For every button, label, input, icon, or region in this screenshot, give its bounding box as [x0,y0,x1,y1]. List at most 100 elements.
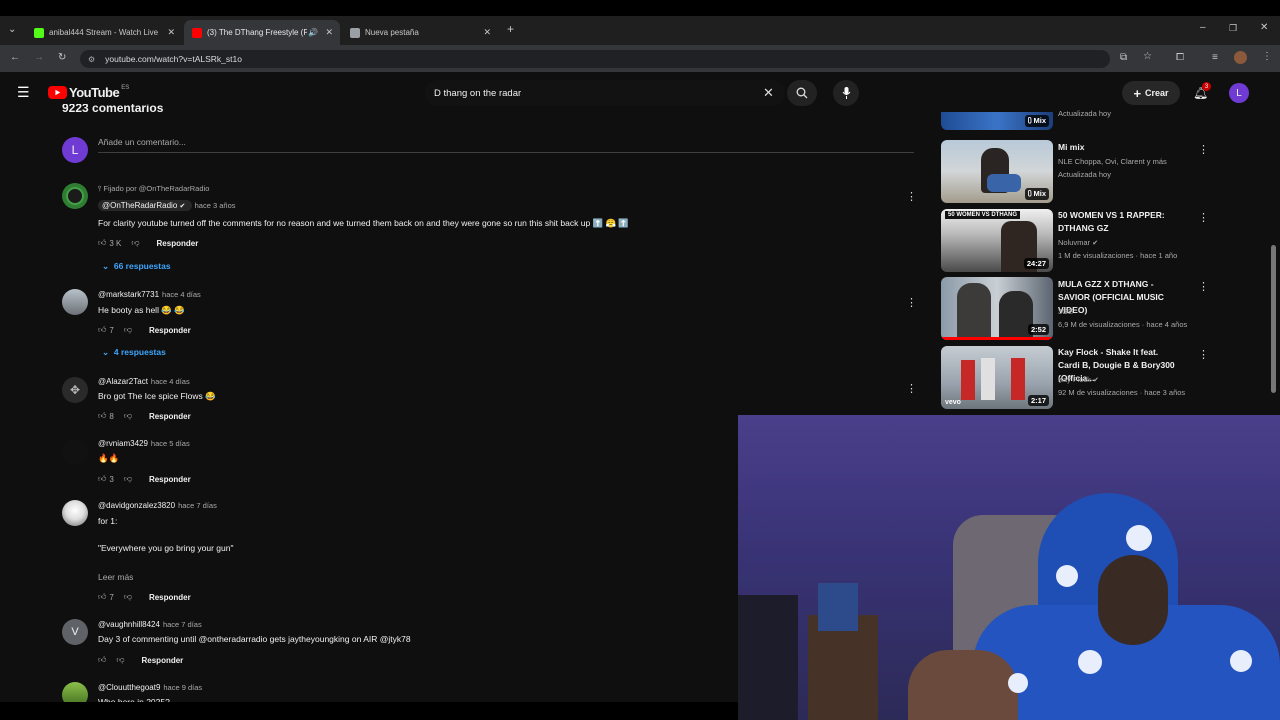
reply-button[interactable]: Responder [157,239,199,248]
read-more-link[interactable]: Leer más [98,572,133,582]
commenter-avatar[interactable]: ✥ [62,377,88,403]
kick-favicon-icon [34,27,44,38]
clear-search-icon[interactable]: ✕ [763,85,774,101]
video-thumbnail[interactable]: 2:52 [941,277,1053,340]
comment-text: For clarity youtube turned off the comme… [98,218,630,228]
youtube-favicon-icon [192,27,202,38]
video-channel: 3GE [1058,307,1074,316]
create-button[interactable]: + Crear [1122,81,1180,105]
commenter-avatar[interactable]: V [62,619,88,645]
dislike-icon[interactable]: 👎︎ [124,411,132,421]
back-icon[interactable]: ← [10,52,20,63]
tab-youtube[interactable]: (3) The DThang Freestyle (P... 🔊 ✕ [184,20,340,45]
close-tab-icon[interactable]: ✕ [483,27,491,38]
comments-count-heading: 9223 comentarios [62,104,164,113]
tab-new-tab[interactable]: Nueva pestaña ✕ [342,20,498,45]
new-tab-icon[interactable]: + [507,22,514,36]
bookmark-star-icon[interactable]: ☆ [1143,51,1152,62]
like-icon[interactable]: 👍︎ [98,474,106,484]
commenter-avatar[interactable] [62,500,88,526]
comment-author[interactable]: @vaughnhill8424 hace 7 días [98,620,202,629]
profile-avatar[interactable] [1234,51,1247,64]
video-meta: 92 M de visualizaciones · hace 3 años [1058,388,1186,397]
reload-icon[interactable]: ↻ [58,52,66,63]
add-comment-input[interactable]: Añade un comentario... [98,137,186,147]
search-icon [796,87,808,99]
site-info-icon[interactable]: ⚙ [88,55,95,64]
page-scrollbar[interactable] [1271,245,1276,393]
like-icon[interactable]: 👍︎ [98,592,106,602]
reply-button[interactable]: Responder [149,593,191,602]
comment-text-line: "Everywhere you go bring your gun" [98,543,234,553]
view-replies-button[interactable]: ⌄ 66 respuestas [102,261,171,272]
view-replies-button[interactable]: ⌄ 4 respuestas [102,347,166,358]
taskbar [0,702,738,720]
minimize-icon[interactable]: – [1200,22,1206,33]
hamburger-menu-icon[interactable]: ☰ [17,84,30,101]
maximize-icon[interactable]: ❐ [1229,23,1237,34]
commenter-avatar[interactable] [62,439,88,465]
comment-author[interactable]: @OnTheRadarRadio ✔︎ hace 3 años [98,200,236,211]
dislike-icon[interactable]: 👎︎ [124,325,132,335]
comment-author[interactable]: @rvniam3429 hace 5 días [98,439,190,448]
video-meta: Actualizada hoy [1058,170,1111,179]
comment-menu-icon[interactable]: ⋮ [906,382,917,395]
account-avatar[interactable]: L [1229,83,1249,103]
youtube-logo[interactable]: YouTube ES [48,85,129,100]
extensions-icon[interactable]: ⧠ [1176,52,1184,63]
reply-button[interactable]: Responder [142,656,184,665]
video-thumbnail[interactable]: vevo 2:17 [941,346,1053,409]
install-app-icon[interactable]: ⧉ [1120,52,1127,63]
video-title[interactable]: MULA GZZ X DTHANG - SAVIOR (OFFICIAL MUS… [1058,278,1178,317]
reply-button[interactable]: Responder [149,326,191,335]
video-title[interactable]: 50 WOMEN VS 1 RAPPER: DTHANG GZ [1058,209,1178,235]
address-bar[interactable]: ⚙ youtube.com/watch?v=tALSRk_st1o [80,50,1110,68]
comment-author[interactable]: @Alazar2Tact hace 4 días [98,377,190,386]
close-tab-icon[interactable]: ✕ [325,27,333,38]
dislike-icon[interactable]: 👎︎ [116,655,124,665]
notifications-button[interactable]: 🔔︎ 3 [1193,82,1211,100]
video-channel: Noluvmar ✔︎ [1058,238,1099,247]
dislike-icon[interactable]: 👎︎ [124,474,132,484]
like-icon[interactable]: 👍︎ [98,238,106,248]
video-thumbnail[interactable]: 50 WOMEN VS DTHANG 24:27 [941,209,1053,272]
video-menu-icon[interactable]: ⋮ [1198,280,1209,293]
comment-author[interactable]: @Clouutthegoat9 hace 9 días [98,683,202,692]
like-icon[interactable]: 👍︎ [98,411,106,421]
comment-author[interactable]: @davidgonzalez3820 hace 7 días [98,501,217,510]
creator-badge[interactable]: @OnTheRadarRadio ✔︎ [98,200,192,211]
video-menu-icon[interactable]: ⋮ [1198,211,1209,224]
tab-search-icon[interactable]: ⌄ [8,24,16,35]
youtube-play-icon [48,86,67,99]
media-control-icon[interactable]: ≡ [1212,52,1218,63]
verified-icon: ✔︎ [1093,377,1099,384]
comment-menu-icon[interactable]: ⋮ [906,296,917,309]
chrome-menu-icon[interactable]: ⋮ [1262,51,1272,62]
speaker-icon[interactable]: 🔊 [308,28,318,37]
dislike-icon[interactable]: 👎︎ [131,238,139,248]
video-thumbnail[interactable]: ⩇ Mix [941,112,1053,130]
comment-menu-icon[interactable]: ⋮ [906,190,917,203]
commenter-avatar[interactable] [62,289,88,315]
search-input[interactable]: D thang on the radar ✕ [425,80,785,106]
video-menu-icon[interactable]: ⋮ [1198,348,1209,361]
commenter-avatar[interactable] [62,183,88,209]
video-menu-icon[interactable]: ⋮ [1198,143,1209,156]
dislike-icon[interactable]: 👎︎ [124,592,132,602]
close-window-icon[interactable]: ✕ [1260,22,1268,33]
tab-kick[interactable]: anibal444 Stream - Watch Live ✕ [26,20,182,45]
reply-button[interactable]: Responder [149,475,191,484]
video-duration: 24:27 [1023,258,1049,269]
comment-actions: 👍︎ 3 K 👎︎ Responder [98,238,199,248]
comment-author[interactable]: @markstark7731 hace 4 días [98,290,201,299]
like-icon[interactable]: 👍︎ [98,325,106,335]
forward-icon[interactable]: → [34,52,44,63]
close-tab-icon[interactable]: ✕ [167,27,175,38]
video-thumbnail[interactable]: ⩇ Mix [941,140,1053,203]
like-icon[interactable]: 👍︎ [98,655,106,665]
reply-button[interactable]: Responder [149,412,191,421]
search-button[interactable] [787,80,817,106]
voice-search-button[interactable] [833,80,859,106]
video-meta: 6,9 M de visualizaciones · hace 4 años [1058,320,1188,329]
video-title[interactable]: Mi mix [1058,141,1178,154]
